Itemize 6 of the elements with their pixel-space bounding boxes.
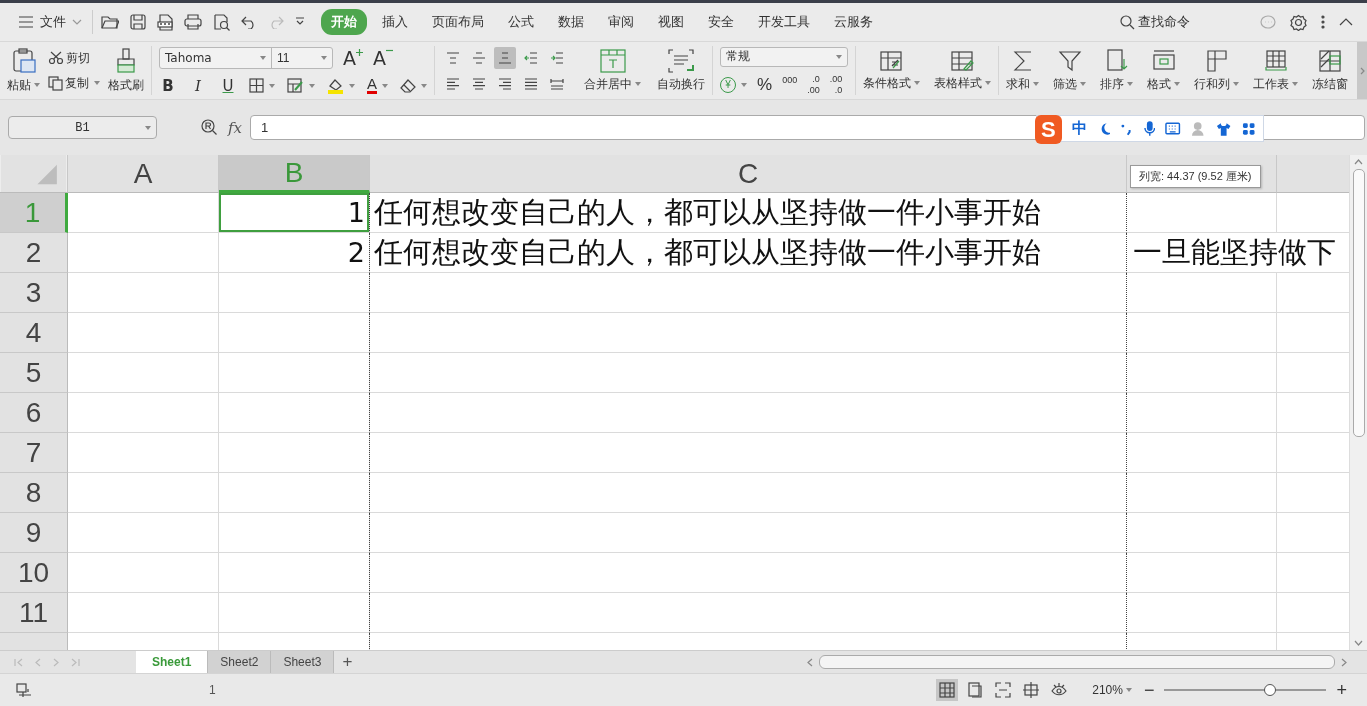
table-cell: 1 xyxy=(219,193,370,233)
table-cell: 2 xyxy=(219,233,370,273)
column-width-tooltip: 列宽: 44.37 (9.52 厘米) xyxy=(1130,165,1261,188)
status-sum: 1 xyxy=(209,683,216,697)
table-cell: 任何想改变自己的人，都可以从坚持做一件小事开始 xyxy=(369,233,1127,273)
table-cell: 任何想改变自己的人，都可以从坚持做一件小事开始 xyxy=(369,193,1127,233)
